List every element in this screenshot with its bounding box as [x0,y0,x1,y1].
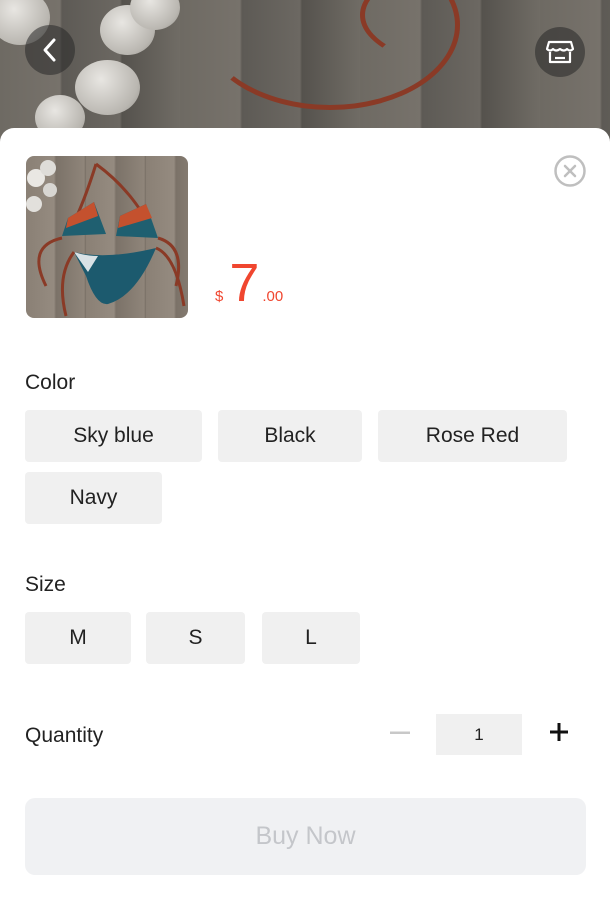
size-option-l[interactable]: L [262,612,360,664]
plus-icon [550,723,568,741]
quantity-increase-button[interactable] [546,719,572,745]
back-arrow-icon [43,38,56,62]
color-option-sky-blue[interactable]: Sky blue [25,410,202,462]
size-option-s[interactable]: S [146,612,245,664]
price-integer: 7 [229,253,260,313]
cotton-decoration [75,60,140,115]
price-decimal: .00 [262,288,284,305]
sku-selector-sheet: $ 7 .00 Color Sky blue Black Rose Red Na… [0,128,610,900]
color-option-black[interactable]: Black [218,410,362,462]
color-option-navy[interactable]: Navy [25,472,162,524]
size-label: Size [25,573,66,596]
color-option-rose-red[interactable]: Rose Red [378,410,567,462]
product-thumbnail [26,156,188,318]
close-circle-icon [554,155,586,187]
minus-icon [390,731,410,734]
color-label: Color [25,371,76,394]
back-button[interactable] [25,25,75,75]
quantity-value[interactable]: 1 [436,714,522,755]
size-option-m[interactable]: M [25,612,131,664]
store-button[interactable] [535,27,585,77]
store-icon [546,40,574,64]
price-currency: $ [215,288,224,305]
product-price: $ 7 .00 [215,256,283,310]
close-button[interactable] [553,154,587,188]
quantity-label: Quantity [25,724,104,747]
quantity-decrease-button[interactable] [386,719,414,747]
buy-now-button[interactable]: Buy Now [25,798,586,875]
